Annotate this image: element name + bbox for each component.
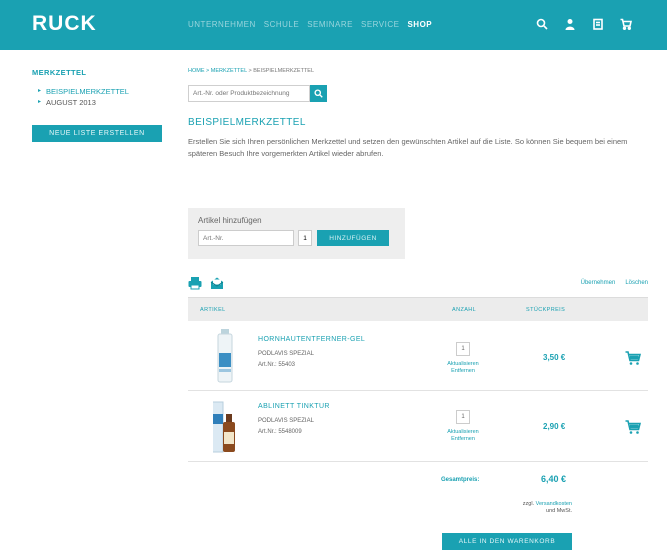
print-icon[interactable] [188,276,202,290]
row-quantity-field[interactable]: 1 [456,410,470,424]
search-button[interactable] [310,85,327,102]
breadcrumb-link[interactable]: Home > Merkzettel [188,68,247,74]
total-value: 6,40 € [541,474,567,484]
quantity-input[interactable] [298,230,312,246]
delete-link[interactable]: Löschen [625,280,648,286]
all-to-cart-button[interactable]: Alle in den Warenkorb [442,533,572,550]
cart-icon[interactable] [618,16,634,32]
product-image-tinktur[interactable] [213,400,237,456]
new-list-button[interactable]: Neue Liste erstellen [32,125,162,142]
add-article-label: Artikel hinzufügen [198,216,262,225]
search-icon[interactable] [534,16,550,32]
sidebar-item-august-2013[interactable]: ▸ August 2013 [38,97,167,108]
product-image-gel[interactable] [213,329,237,385]
product-brand: Podlavis Spezial [258,418,314,424]
product-name-link[interactable]: Ablinett Tinktur [258,403,330,410]
sidebar-list: ▸ Beispielmerkzettel ▸ August 2013 [32,86,167,108]
shipping-note: zzgl. Versandkosten und MwSt. [496,501,572,515]
shipping-prefix: zzgl. [522,501,536,507]
update-remove-link[interactable]: Aktualisieren Entfernen [442,361,484,375]
add-article-button[interactable]: Hinzufügen [317,230,389,246]
bullet-icon: ▸ [38,88,42,94]
row-quantity-field[interactable]: 1 [456,342,470,356]
logo[interactable]: RUCK [32,12,97,36]
add-to-cart-icon[interactable] [625,350,642,366]
header-icons [534,16,634,32]
nav-item-schule[interactable]: Schule [264,20,299,29]
table-header: Artikel Anzahl Stückpreis [188,297,648,321]
shipping-costs-link[interactable]: Versandkosten [536,501,572,507]
column-header-price: Stückpreis [526,307,566,313]
list-tools: Übernehmen Löschen [188,273,648,293]
main-nav: Unternehmen Schule Seminare Service Shop [188,20,432,29]
sidebar-item-beispielmerkzettel[interactable]: ▸ Beispielmerkzettel [38,86,167,97]
add-article-panel: Artikel hinzufügen Hinzufügen [188,208,405,259]
update-remove-link[interactable]: Aktualisieren Entfernen [442,429,484,443]
apply-link[interactable]: Übernehmen [581,280,616,286]
column-header-article: Artikel [200,307,226,313]
sidebar-title: Merkzettel [32,68,87,77]
sidebar-item-label: Beispielmerkzettel [46,87,129,96]
main-content: Home > Merkzettel > Beispielmerkzettel B… [188,68,648,550]
table-row: Hornhautentferner-Gel Podlavis Spezial A… [188,321,648,391]
site-header: RUCK Unternehmen Schule Seminare Service… [0,0,667,50]
sidebar-item-label: August 2013 [46,98,96,107]
tools-links: Übernehmen Löschen [581,280,648,286]
search-icon [314,89,323,98]
product-brand: Podlavis Spezial [258,351,314,357]
product-article-number: Art.Nr.: 55403 [258,362,296,368]
search-input[interactable] [188,85,310,102]
sidebar: Merkzettel ▸ Beispielmerkzettel ▸ August… [32,68,167,142]
nav-item-shop[interactable]: Shop [407,20,432,29]
user-icon[interactable] [562,16,578,32]
mail-icon[interactable] [210,276,224,290]
row-unit-price: 3,50 € [543,353,566,362]
column-header-qty: Anzahl [452,307,477,313]
shipping-suffix: und MwSt. [546,508,572,514]
table-row: Ablinett Tinktur Podlavis Spezial Art.Nr… [188,392,648,462]
total-label: Gesamtpreis: [441,477,480,483]
nav-item-service[interactable]: Service [361,20,399,29]
product-article-number: Art.Nr.: 5548009 [258,429,302,435]
add-article-row: Hinzufügen [198,230,395,246]
page-title: Beispielmerkzettel [188,117,306,128]
notepad-icon[interactable] [590,16,606,32]
breadcrumb: Home > Merkzettel > Beispielmerkzettel [188,68,648,74]
intro-text: Erstellen Sie sich Ihren persönlichen Me… [188,137,628,158]
article-number-input[interactable] [198,230,294,246]
nav-item-unternehmen[interactable]: Unternehmen [188,20,256,29]
row-unit-price: 2,90 € [543,422,566,431]
add-to-cart-icon[interactable] [625,419,642,435]
breadcrumb-current: > Beispielmerkzettel [246,68,315,74]
nav-item-seminare[interactable]: Seminare [307,20,353,29]
product-name-link[interactable]: Hornhautentferner-Gel [258,336,365,343]
bullet-icon: ▸ [38,99,42,105]
product-search [188,85,648,102]
